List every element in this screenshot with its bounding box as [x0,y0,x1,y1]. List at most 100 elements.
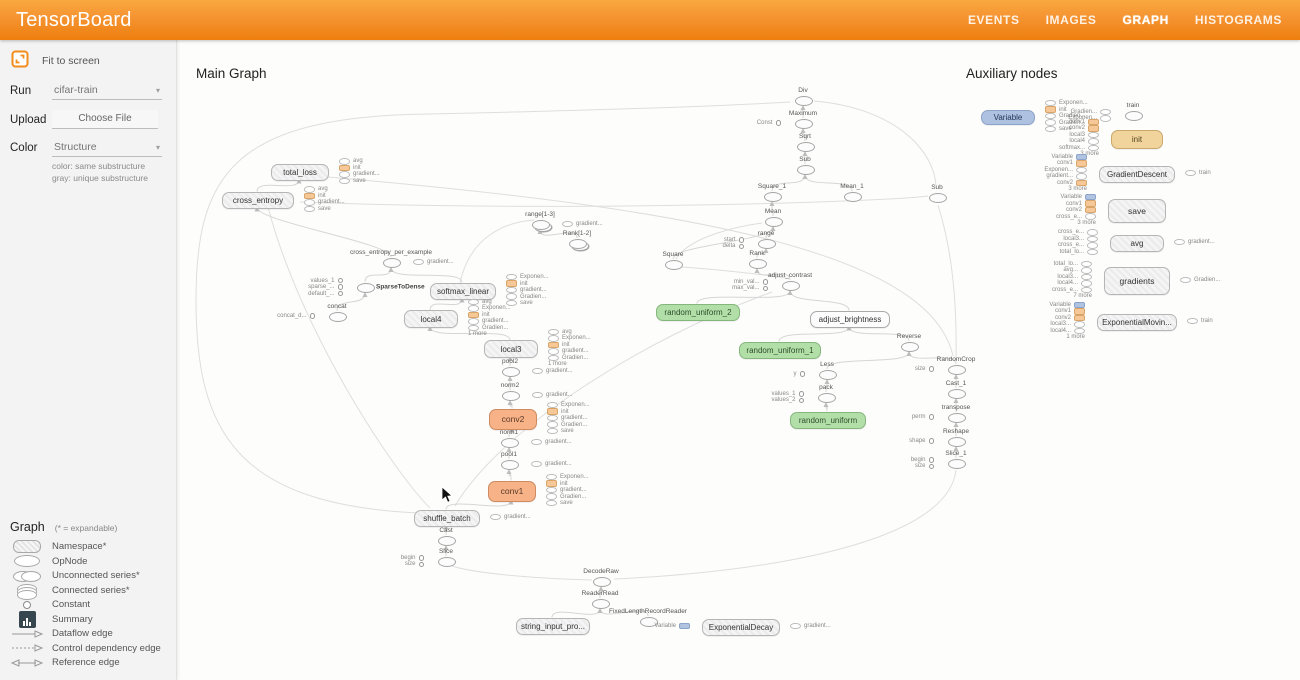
annotation[interactable]: save [506,300,549,307]
node-init[interactable]: init [1111,130,1163,149]
annotation[interactable]: size [856,463,934,470]
annotation[interactable]: gradient... [413,259,454,266]
node-adjb[interactable]: adjust_brightness [810,311,890,328]
node-gd[interactable]: GradientDescent [1099,166,1175,183]
node-sub[interactable] [797,165,815,175]
annotation[interactable]: y [727,371,805,378]
annotation[interactable]: 1 more [468,331,511,338]
annotation[interactable]: gradient... [790,623,831,630]
node-shb[interactable]: shuffle_batch [414,510,480,527]
node-rank[interactable] [749,259,767,269]
annotation[interactable]: gradient... [490,514,531,521]
node-save[interactable]: save [1108,199,1166,223]
node-sml[interactable]: softmax_linear [430,283,496,300]
annotation[interactable]: Gradien... [468,325,511,332]
node-ru[interactable]: random_uniform [790,412,866,429]
annotation[interactable]: 7 more [1014,293,1092,300]
node-cast[interactable] [438,536,456,546]
node-ce[interactable]: cross_entropy [222,192,294,209]
node-ema[interactable]: ExponentialMovin... [1097,314,1177,331]
node-sip[interactable]: string_input_pro... [516,618,590,635]
node-slice[interactable] [438,557,456,567]
color-select[interactable]: Structure ▾ [52,139,162,157]
node-pack[interactable] [818,393,836,403]
annotation[interactable]: train [1187,318,1213,325]
annotation[interactable]: total_lo... [1020,249,1098,256]
annotation[interactable]: save [304,206,345,213]
annotation[interactable]: 1 more [548,361,591,368]
tab-graph[interactable]: GRAPH [1123,13,1169,27]
node-square[interactable] [665,260,683,270]
annotation[interactable]: Gradien... [548,355,591,362]
node-div[interactable] [795,96,813,106]
annotation[interactable]: 3 more [1009,186,1087,193]
annotation[interactable]: train [1185,170,1211,177]
node-mean1[interactable] [844,192,862,202]
annotation[interactable]: gradient... [468,318,511,325]
annotation[interactable]: shape [856,438,934,445]
node-ru1[interactable]: random_uniform_1 [739,342,821,359]
node-rank12[interactable] [569,239,587,249]
annotation[interactable]: gradient... [532,392,573,399]
annotation[interactable]: Exponen... [548,335,591,342]
annotation[interactable]: size [856,366,934,373]
node-train[interactable] [1125,111,1143,121]
annotation[interactable]: gradient... [1174,239,1215,246]
graph-canvas[interactable]: DivMaximumConstSqrtSubSquare_1Mean_1SubM… [0,0,1300,680]
node-concat[interactable] [329,312,347,322]
annotation[interactable]: gradient... [339,171,380,178]
annotation[interactable]: Exponen... [468,305,511,312]
node-tl[interactable]: total_loss [271,164,329,181]
node-dec[interactable] [593,577,611,587]
annotation[interactable]: Gradien... [547,421,590,428]
annotation[interactable]: save [339,178,380,185]
node-pool2[interactable] [502,367,520,377]
node-pool1[interactable] [501,460,519,470]
node-less[interactable] [819,370,837,380]
node-rr[interactable] [592,599,610,609]
annotation[interactable]: size [346,561,424,568]
node-norm1[interactable] [501,438,519,448]
annotation[interactable]: save [546,500,589,507]
annotation[interactable]: 1 more [1007,334,1085,341]
node-l4[interactable]: local4 [404,310,458,328]
annotation[interactable]: gradient... [562,221,603,228]
node-max[interactable] [795,119,813,129]
annotation[interactable]: Gradien... [506,293,549,300]
annotation[interactable]: Variable [612,623,690,630]
node-norm2[interactable] [502,391,520,401]
annotation[interactable]: save [547,428,590,435]
node-sq1[interactable] [764,192,782,202]
node-l3[interactable]: local3 [484,340,538,358]
tab-images[interactable]: IMAGES [1046,13,1097,27]
annotation[interactable]: Gradien... [546,493,589,500]
node-adjc[interactable] [782,281,800,291]
annotation[interactable]: Const [703,120,781,127]
node-slice1[interactable] [948,459,966,469]
node-rc[interactable] [948,365,966,375]
node-mean[interactable] [765,217,783,227]
annotation[interactable]: Gradien... [1180,277,1220,284]
annotation[interactable]: delta [666,243,744,250]
annotation[interactable]: gradient... [304,199,345,206]
node-ru2[interactable]: random_uniform_2 [656,304,740,321]
annotation[interactable]: perm [856,414,934,421]
fit-to-screen-button[interactable]: Fit to screen [10,49,176,72]
node-rev[interactable] [901,342,919,352]
annotation[interactable]: default_... [265,290,343,297]
annotation[interactable]: values_2 [726,397,804,404]
node-sub1[interactable] [929,193,947,203]
node-conv1[interactable]: conv1 [488,481,536,502]
tab-histograms[interactable]: HISTOGRAMS [1195,13,1282,27]
node-avg[interactable]: avg [1110,235,1164,252]
annotation[interactable]: gradient... [531,439,572,446]
node-std[interactable] [357,283,375,293]
node-conv2[interactable]: conv2 [489,409,537,430]
choose-file-button[interactable]: Choose File [52,110,158,129]
annotation[interactable]: gradient... [548,348,591,355]
node-tr[interactable] [948,413,966,423]
node-range13[interactable] [532,220,550,230]
node-cepe[interactable] [383,258,401,268]
annotation[interactable]: concat_d... [237,313,315,320]
node-resh[interactable] [948,437,966,447]
